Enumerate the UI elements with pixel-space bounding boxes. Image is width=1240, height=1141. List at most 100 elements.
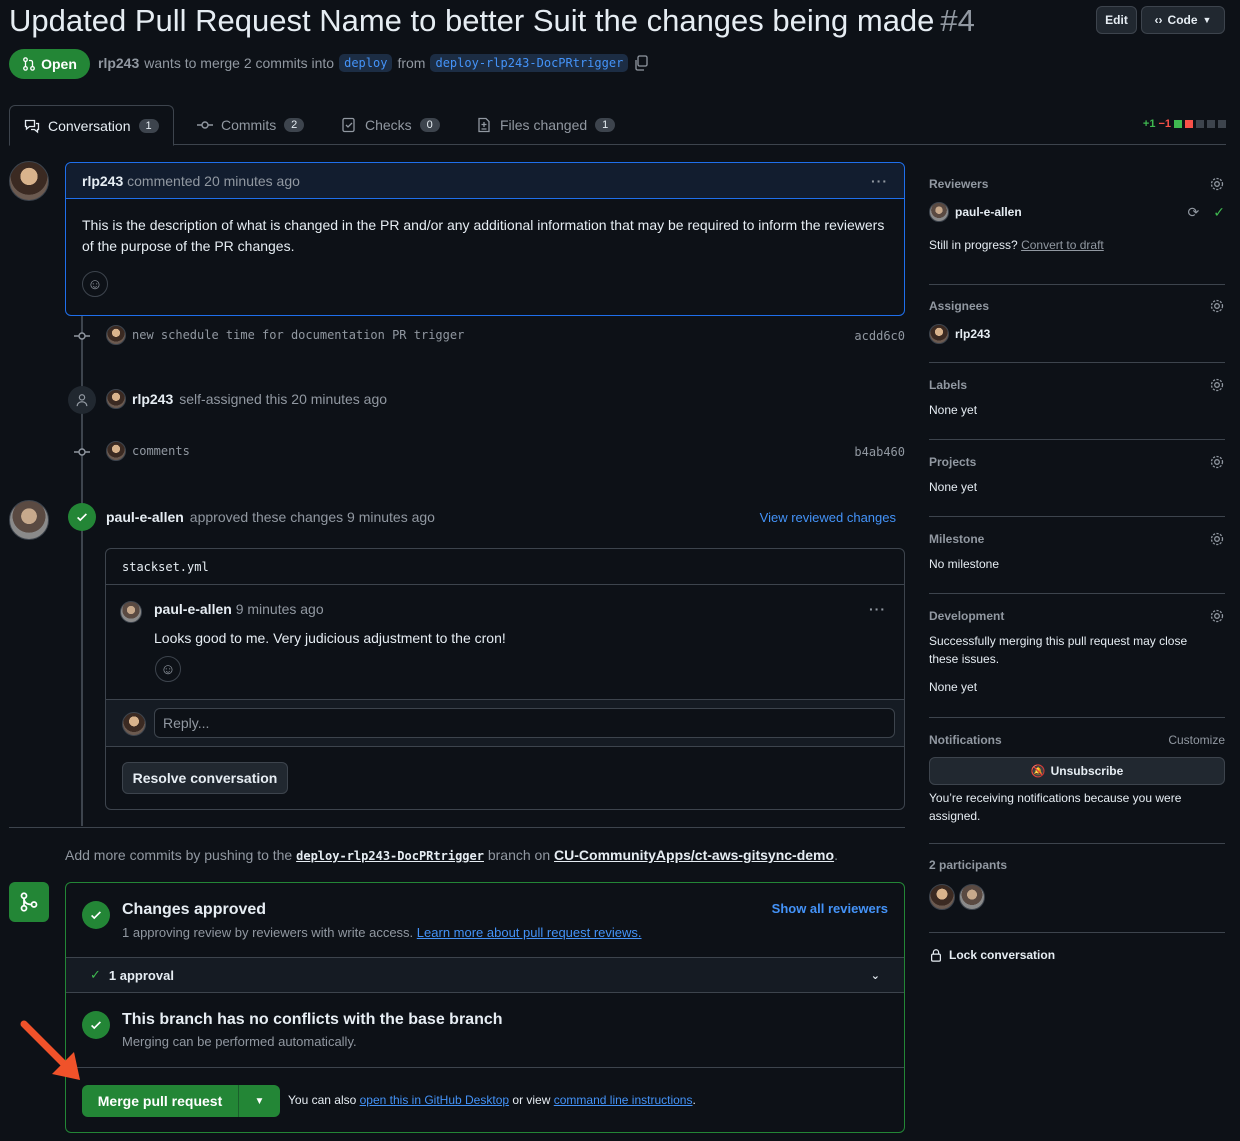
merge-text: wants to merge 2 commits into: [144, 55, 335, 71]
comment-author[interactable]: rlp243: [82, 173, 123, 189]
development-section: Development Successfully merging this pu…: [929, 608, 1225, 718]
timeline-assign: rlp243 self-assigned this 20 minutes ago: [106, 389, 387, 409]
copy-icon[interactable]: [633, 55, 649, 71]
pull-request-icon: [23, 57, 36, 71]
page-title: Updated Pull Request Name to better Suit…: [9, 3, 975, 39]
merge-pull-request-button[interactable]: Merge pull request ▼: [82, 1085, 280, 1117]
tab-checks-label: Checks: [365, 117, 412, 133]
assignees-title: Assignees: [929, 299, 990, 313]
convert-to-draft-link[interactable]: Convert to draft: [1021, 238, 1104, 252]
gear-icon[interactable]: [1209, 454, 1225, 470]
diffstat-block: [1207, 120, 1215, 128]
participants-avatars: [929, 884, 1225, 910]
unsubscribe-label: Unsubscribe: [1050, 764, 1124, 778]
head-branch[interactable]: deploy-rlp243-DocPRtrigger: [430, 54, 629, 72]
check-icon: ✓: [1213, 203, 1225, 220]
changes-approved-title: Changes approved: [122, 901, 267, 918]
diffstat-block: [1196, 120, 1204, 128]
merge-box: Changes approved 1 approving review by r…: [65, 882, 905, 1133]
chevron-down-icon[interactable]: ⌄: [871, 969, 880, 982]
kebab-menu-icon[interactable]: ···: [871, 173, 888, 189]
commit-sha[interactable]: b4ab460: [854, 445, 905, 459]
development-value: None yet: [929, 680, 978, 694]
reply-input[interactable]: Reply...: [154, 708, 895, 738]
reviewer-name[interactable]: paul-e-allen: [955, 205, 1022, 219]
review-comment-header: paul-e-allen 9 minutes ago: [154, 601, 324, 617]
diffstat: +1 −1: [1143, 118, 1226, 130]
labels-title: Labels: [929, 378, 968, 392]
timeline-commit: comments: [106, 441, 190, 461]
timeline-commit: new schedule time for documentation PR t…: [106, 325, 464, 345]
gear-icon[interactable]: [1209, 377, 1225, 393]
push-hint: Add more commits by pushing to the deplo…: [65, 847, 838, 863]
edit-button-label: Edit: [1105, 13, 1128, 27]
assignee-name[interactable]: rlp243: [955, 327, 990, 341]
code-button[interactable]: ‹› Code ▼: [1141, 6, 1225, 34]
check-icon: ✓: [90, 967, 101, 982]
participants-title: 2 participants: [929, 858, 1008, 872]
approval-toggle[interactable]: ✓ 1 approval ⌄: [66, 957, 904, 993]
resolve-conversation-label: Resolve conversation: [132, 770, 278, 786]
github-desktop-link[interactable]: open this in GitHub Desktop: [360, 1093, 509, 1107]
customize-link[interactable]: Customize: [1168, 733, 1225, 747]
annotation-arrow-icon: [20, 1020, 80, 1080]
code-icon: ‹›: [1154, 13, 1163, 27]
also-text: You can also: [288, 1093, 357, 1107]
repo-link[interactable]: CU-CommunityApps/ct-aws-gitsync-demo: [554, 847, 834, 863]
commit-message[interactable]: new schedule time for documentation PR t…: [132, 328, 464, 342]
learn-more-reviews-link[interactable]: Learn more about pull request reviews.: [417, 925, 642, 940]
smiley-icon[interactable]: ☺: [155, 656, 181, 682]
tab-files-changed[interactable]: Files changed 1: [476, 105, 616, 145]
show-all-reviewers-link[interactable]: Show all reviewers: [772, 901, 888, 916]
merge-button-label[interactable]: Merge pull request: [82, 1085, 239, 1117]
status-badge: Open: [9, 49, 90, 79]
review-comment-author[interactable]: paul-e-allen: [154, 601, 232, 617]
participants-section: 2 participants: [929, 858, 1225, 933]
smiley-icon[interactable]: ☺: [82, 271, 108, 297]
avatar: [120, 601, 142, 623]
tab-checks[interactable]: Checks 0: [341, 105, 440, 145]
lock-conversation[interactable]: Lock conversation: [929, 948, 1055, 962]
milestone-value: No milestone: [929, 557, 1000, 571]
resolve-conversation-button[interactable]: Resolve conversation: [122, 762, 288, 794]
base-branch[interactable]: deploy: [339, 54, 393, 72]
author-link[interactable]: rlp243: [98, 55, 139, 71]
assignee-row: rlp243: [929, 324, 1225, 344]
view-reviewed-changes-link[interactable]: View reviewed changes: [760, 510, 896, 525]
commit-sha[interactable]: acdd6c0: [854, 329, 905, 343]
diffstat-block: [1218, 120, 1226, 128]
sync-icon[interactable]: ⟳: [1188, 204, 1200, 221]
draft-prompt: Still in progress? Convert to draft: [929, 236, 1225, 254]
tab-commits[interactable]: Commits 2: [197, 105, 305, 145]
review-comment-time: 9 minutes ago: [235, 601, 324, 617]
tab-conversation[interactable]: Conversation 1: [9, 105, 174, 146]
unsubscribe-button[interactable]: 🔕 Unsubscribe: [929, 757, 1225, 785]
avatar[interactable]: [929, 884, 955, 910]
pr-title: Updated Pull Request Name to better Suit…: [9, 3, 935, 38]
avatar[interactable]: [9, 161, 49, 201]
edit-button[interactable]: Edit: [1096, 6, 1137, 34]
gear-icon[interactable]: [1209, 176, 1225, 192]
from-text: from: [397, 55, 426, 71]
avatar[interactable]: [959, 884, 985, 910]
projects-value: None yet: [929, 480, 978, 494]
gear-icon[interactable]: [1209, 298, 1225, 314]
merge-footer: Merge pull request ▼ You can also open t…: [66, 1067, 904, 1133]
assign-author[interactable]: rlp243: [132, 391, 173, 407]
push-hint-branch[interactable]: deploy-rlp243-DocPRtrigger: [296, 849, 484, 863]
triangle-down-icon[interactable]: ▼: [239, 1085, 280, 1117]
notifications-title: Notifications: [929, 733, 1002, 747]
gear-icon[interactable]: [1209, 531, 1225, 547]
reply-row: Reply...: [106, 699, 904, 747]
assignees-section: Assignees rlp243: [929, 298, 1225, 363]
commit-message[interactable]: comments: [132, 444, 190, 458]
additions-count: +1: [1142, 118, 1156, 130]
avatar: [122, 712, 146, 736]
avatar[interactable]: [9, 500, 49, 540]
review-file-name[interactable]: stackset.yml: [106, 549, 904, 585]
kebab-menu-icon[interactable]: ···: [869, 601, 886, 617]
gear-icon[interactable]: [1209, 608, 1225, 624]
reviewer-name[interactable]: paul-e-allen: [106, 509, 184, 525]
merge-alternatives: You can also open this in GitHub Desktop…: [288, 1093, 696, 1107]
cli-instructions-link[interactable]: command line instructions: [554, 1093, 693, 1107]
